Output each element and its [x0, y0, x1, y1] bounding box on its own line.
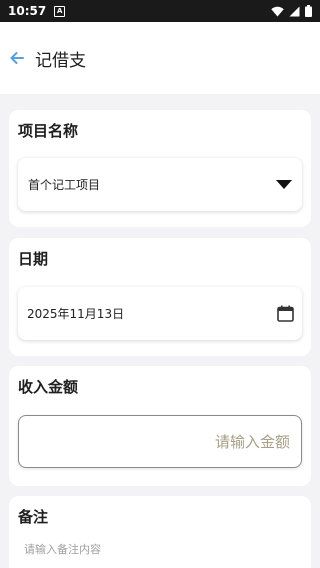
back-button[interactable] — [8, 49, 26, 67]
dropdown-triangle-icon — [276, 180, 292, 189]
income-card: 收入金额 请输入金额 — [9, 366, 311, 486]
project-card: 项目名称 首个记工项目 — [9, 110, 311, 227]
arrow-left-icon — [10, 52, 24, 64]
note-card: 备注 请输入备注内容 — [9, 496, 311, 568]
app-bar: 记借支 — [0, 22, 320, 94]
amount-input[interactable]: 请输入金额 — [18, 415, 302, 468]
battery-icon — [305, 5, 312, 17]
wifi-icon — [271, 6, 284, 16]
notification-icon: A — [54, 5, 66, 17]
project-selected-value: 首个记工项目 — [28, 178, 101, 192]
note-placeholder: 请输入备注内容 — [24, 543, 101, 556]
income-label: 收入金额 — [18, 378, 79, 396]
calendar-icon — [277, 305, 294, 322]
date-value: 2025年11月13日 — [27, 307, 125, 321]
status-time: 10:57 — [8, 4, 47, 18]
amount-placeholder: 请输入金额 — [214, 433, 290, 451]
signal-icon — [289, 6, 300, 16]
status-icons — [271, 5, 312, 17]
note-label: 备注 — [18, 508, 49, 526]
project-label: 项目名称 — [18, 122, 79, 140]
page-title: 记借支 — [35, 50, 86, 71]
project-select[interactable]: 首个记工项目 — [18, 158, 302, 211]
status-bar: 10:57 A — [0, 0, 320, 22]
date-label: 日期 — [18, 250, 49, 268]
date-card: 日期 2025年11月13日 — [9, 238, 311, 356]
note-input[interactable]: 请输入备注内容 — [18, 536, 302, 566]
date-picker[interactable]: 2025年11月13日 — [18, 287, 302, 340]
